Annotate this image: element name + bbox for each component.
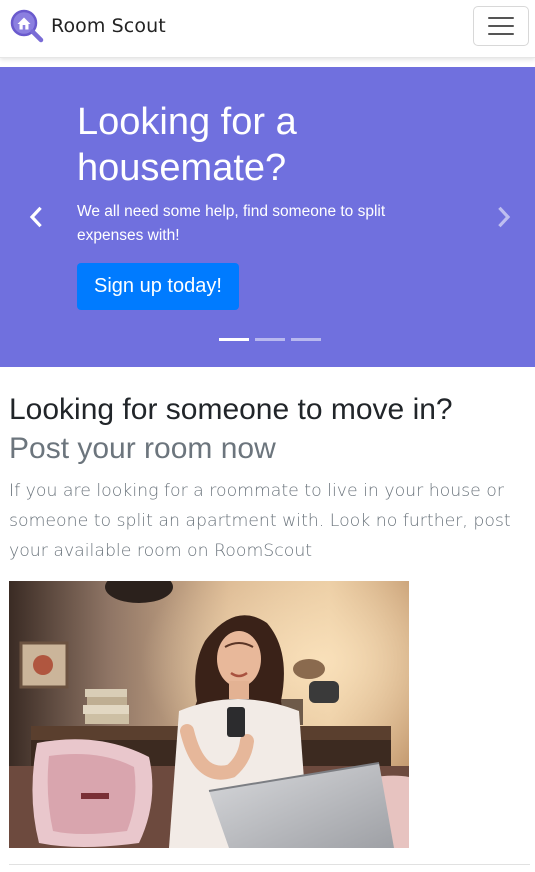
post-room-section: Looking for someone to move in? Post you… bbox=[9, 390, 529, 566]
carousel-indicators bbox=[219, 338, 321, 341]
hamburger-line bbox=[488, 33, 514, 35]
brand-name: Room Scout bbox=[51, 15, 166, 37]
menu-toggle-button[interactable] bbox=[473, 6, 529, 46]
hero-carousel: Looking for a housemate? We all need som… bbox=[0, 67, 535, 367]
carousel-indicator-2[interactable] bbox=[255, 338, 285, 341]
hamburger-line bbox=[488, 25, 514, 27]
carousel-indicator-1[interactable] bbox=[219, 338, 249, 341]
hamburger-line bbox=[488, 17, 514, 19]
chevron-left-icon[interactable] bbox=[25, 206, 47, 228]
sign-up-button[interactable]: Sign up today! bbox=[77, 263, 239, 310]
navbar: Room Scout bbox=[0, 0, 535, 58]
section-description: If you are looking for a roommate to liv… bbox=[9, 481, 511, 561]
carousel-title: Looking for a housemate? bbox=[77, 101, 297, 189]
section-subheading: Post your room now bbox=[9, 432, 276, 465]
carousel-indicator-3[interactable] bbox=[291, 338, 321, 341]
brand-link[interactable]: Room Scout bbox=[9, 8, 166, 44]
section-heading: Looking for someone to move in? bbox=[9, 393, 453, 426]
chevron-right-icon[interactable] bbox=[493, 206, 515, 228]
woman-with-laptop-photo bbox=[9, 581, 409, 848]
house-search-icon bbox=[10, 9, 44, 43]
section-divider bbox=[9, 864, 530, 865]
carousel-subtitle: We all need some help, find someone to s… bbox=[77, 203, 386, 244]
photo-illustration bbox=[9, 581, 409, 848]
